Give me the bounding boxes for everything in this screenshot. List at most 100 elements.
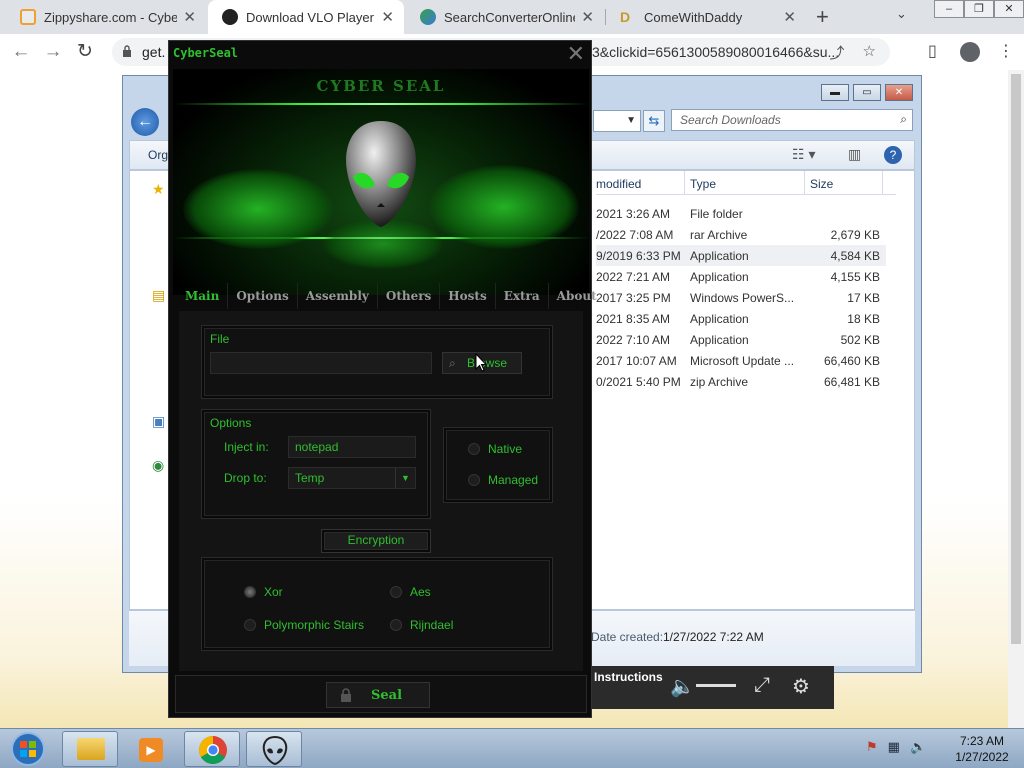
tab-about[interactable]: About bbox=[549, 283, 605, 309]
favorites-star-icon[interactable]: ★ bbox=[152, 181, 165, 198]
column-type[interactable]: Type bbox=[690, 177, 716, 191]
file-row[interactable]: 2021 3:26 AM File folder bbox=[596, 203, 886, 224]
file-row[interactable]: 2022 7:21 AM Application 4,155 KB bbox=[596, 266, 886, 287]
alien-icon bbox=[262, 735, 288, 765]
taskbar-explorer[interactable] bbox=[62, 731, 118, 767]
bookmark-star-icon[interactable]: ☆ bbox=[863, 42, 876, 63]
rijndael-radio[interactable] bbox=[390, 619, 402, 631]
tab-zippyshare[interactable]: Zippyshare.com - CyberS ✕ bbox=[6, 0, 206, 34]
file-row[interactable]: 2017 10:07 AM Microsoft Update ... 66,460 … bbox=[596, 350, 886, 371]
minimize-icon[interactable]: – bbox=[934, 0, 964, 18]
file-row[interactable]: 0/2021 5:40 PM zip Archive 66,481 KB bbox=[596, 371, 886, 392]
instructions-link[interactable]: Instructions bbox=[594, 670, 663, 684]
file-row[interactable]: 2022 7:10 AM Application 502 KB bbox=[596, 329, 886, 350]
taskbar-media-player[interactable]: ▶ bbox=[122, 731, 178, 767]
file-row-selected[interactable]: 9/2019 6:33 PM Application 4,584 KB bbox=[596, 245, 886, 266]
cyberseal-banner: CYBER SEAL bbox=[173, 69, 589, 295]
managed-radio[interactable] bbox=[468, 474, 480, 486]
forward-icon[interactable]: → bbox=[40, 39, 66, 65]
computer-icon[interactable]: ▣ bbox=[152, 413, 165, 430]
taskbar-chrome[interactable] bbox=[184, 731, 240, 767]
column-date-modified[interactable]: modified bbox=[596, 177, 641, 191]
profile-avatar[interactable] bbox=[960, 42, 980, 62]
seal-button[interactable]: Seal bbox=[326, 682, 430, 708]
reload-icon[interactable]: ↻ bbox=[72, 39, 98, 65]
system-tray: ⚑ ▦ 🔈 bbox=[866, 739, 926, 755]
native-radio[interactable] bbox=[468, 443, 480, 455]
fullscreen-icon[interactable]: ⤢ bbox=[754, 674, 770, 697]
tab-comewithdaddy[interactable]: D ComeWithDaddy ✕ bbox=[606, 0, 806, 34]
new-tab-icon[interactable]: + bbox=[816, 4, 829, 30]
help-icon[interactable]: ? bbox=[884, 146, 902, 164]
menu-kebab-icon[interactable]: ⋮ bbox=[998, 41, 1014, 61]
tab-options[interactable]: Options bbox=[228, 283, 298, 309]
file-path-input[interactable] bbox=[210, 352, 432, 374]
explorer-close-icon[interactable]: ✕ bbox=[885, 84, 913, 101]
volume-icon[interactable]: 🔈 bbox=[670, 674, 695, 699]
file-list-header: modified Type Size bbox=[596, 171, 896, 195]
main-tab-content: File ⌕ Browse Options Inject in: notepad… bbox=[179, 311, 583, 671]
close-tab-icon[interactable]: ✕ bbox=[183, 8, 196, 26]
encryption-button[interactable]: Encryption bbox=[321, 529, 431, 553]
search-icon: ⌕ bbox=[449, 356, 456, 370]
options-group: Options Inject in: notepad Drop to: Temp… bbox=[201, 409, 431, 519]
xor-radio[interactable] bbox=[244, 586, 256, 598]
media-player-icon: ▶ bbox=[139, 738, 163, 762]
tab-searchconverter[interactable]: SearchConverterOnline ✕ bbox=[406, 0, 604, 34]
alien-head-icon bbox=[346, 121, 416, 227]
sidepanel-icon[interactable]: ▯ bbox=[928, 41, 937, 61]
close-tab-icon[interactable]: ✕ bbox=[581, 8, 594, 26]
close-tab-icon[interactable]: ✕ bbox=[783, 8, 796, 26]
page-scrollbar[interactable] bbox=[1008, 70, 1024, 728]
taskbar-cyberseal[interactable] bbox=[246, 731, 302, 767]
tab-hosts[interactable]: Hosts bbox=[440, 283, 496, 309]
inject-in-input[interactable]: notepad bbox=[288, 436, 416, 458]
banner-title: CYBER SEAL bbox=[316, 77, 446, 95]
drop-to-select[interactable]: Temp ▼ bbox=[288, 467, 416, 489]
tab-extra[interactable]: Extra bbox=[496, 283, 549, 309]
explorer-minimize-icon[interactable]: ▬ bbox=[821, 84, 849, 101]
preview-pane-icon[interactable]: ▥ bbox=[848, 146, 861, 163]
file-group: File ⌕ Browse bbox=[201, 325, 553, 399]
explorer-maximize-icon[interactable]: ▭ bbox=[853, 84, 881, 101]
start-button-icon[interactable] bbox=[2, 730, 54, 768]
tab-download-vlo[interactable]: Download VLO Player ✕ bbox=[208, 0, 404, 34]
tab-main[interactable]: Main bbox=[177, 283, 229, 309]
libraries-icon[interactable]: ▤ bbox=[152, 287, 165, 304]
column-size[interactable]: Size bbox=[810, 177, 833, 191]
taskbar-clock[interactable]: 7:23 AM 1/27/2022 bbox=[944, 733, 1020, 765]
chevron-down-icon[interactable]: ▼ bbox=[395, 468, 415, 488]
runtime-group: Native Managed bbox=[443, 427, 553, 503]
explorer-search-input[interactable]: Search Downloads ⌕ bbox=[671, 109, 913, 131]
maximize-icon[interactable]: ❐ bbox=[964, 0, 994, 18]
volume-slider[interactable] bbox=[696, 684, 736, 687]
close-window-icon[interactable]: ✕ bbox=[994, 0, 1024, 18]
explorer-address-dropdown[interactable]: ▼ bbox=[593, 110, 641, 132]
action-center-flag-icon[interactable]: ⚑ bbox=[866, 739, 878, 755]
cyberseal-tabs: Main Options Assembly Others Hosts Extra… bbox=[177, 283, 597, 309]
file-row[interactable]: /2022 7:08 AM rar Archive 2,679 KB bbox=[596, 224, 886, 245]
taskbar: ▶ ⚑ ▦ 🔈 7:23 AM 1/27/2022 bbox=[0, 728, 1024, 768]
folder-icon bbox=[77, 738, 105, 760]
volume-icon[interactable]: 🔈 bbox=[910, 739, 926, 755]
tab-search-chevron-icon[interactable]: ⌄ bbox=[896, 6, 907, 22]
network-icon[interactable]: ▦ bbox=[888, 739, 900, 755]
aes-radio[interactable] bbox=[390, 586, 402, 598]
file-row[interactable]: 2021 8:35 AM Application 18 KB bbox=[596, 308, 886, 329]
share-icon[interactable]: ⤴ bbox=[830, 42, 845, 63]
settings-gear-icon[interactable]: ⚙ bbox=[792, 674, 810, 699]
polymorphic-stairs-radio[interactable] bbox=[244, 619, 256, 631]
organize-button[interactable]: Org bbox=[148, 148, 168, 162]
lock-icon bbox=[123, 45, 131, 57]
network-icon[interactable]: ◉ bbox=[152, 457, 164, 474]
explorer-refresh-icon[interactable]: ⇆ bbox=[643, 110, 665, 132]
searchconverter-icon bbox=[420, 9, 436, 25]
view-options-icon[interactable]: ☷ ▾ bbox=[792, 146, 815, 163]
tab-assembly[interactable]: Assembly bbox=[298, 283, 378, 309]
close-tab-icon[interactable]: ✕ bbox=[381, 8, 394, 26]
explorer-back-icon[interactable]: ← bbox=[131, 108, 159, 136]
file-row[interactable]: 2017 3:25 PM Windows PowerS... 17 KB bbox=[596, 287, 886, 308]
tab-others[interactable]: Others bbox=[378, 283, 441, 309]
back-icon[interactable]: ← bbox=[8, 39, 34, 65]
close-icon[interactable]: ✕ bbox=[567, 41, 585, 67]
